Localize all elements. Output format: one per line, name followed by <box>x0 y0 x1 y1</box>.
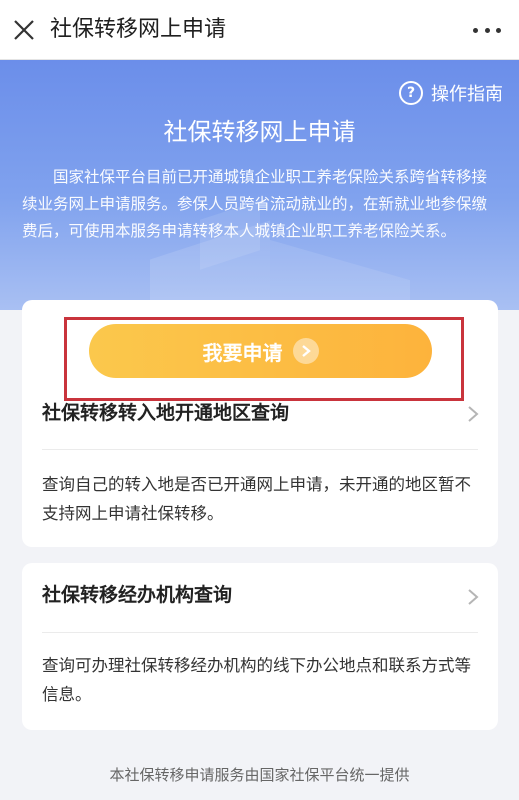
chevron-right-icon[interactable] <box>466 404 480 424</box>
apply-button[interactable]: 我要申请 <box>89 324 432 378</box>
question-circle-icon: ? <box>399 81 423 105</box>
chevron-right-circle-icon <box>292 338 319 364</box>
more-dot <box>473 27 478 33</box>
footer-note: 本社保转移申请服务由国家社保平台统一提供 <box>109 766 410 784</box>
service-card-apply: 我要申请 社保转移转入地开通地区查询 查询自己的转入地是否已开通网上申请，未开通… <box>22 300 498 547</box>
divider <box>42 449 478 450</box>
guide-link[interactable]: ? 操作指南 <box>399 80 503 106</box>
top-bar: 社保转移网上申请 <box>0 0 519 60</box>
more-dot <box>496 27 501 33</box>
apply-button-label: 我要申请 <box>202 340 283 365</box>
region-query-title[interactable]: 社保转移转入地开通地区查询 <box>42 399 289 427</box>
more-dot <box>484 27 490 33</box>
hero-banner: ? 操作指南 社保转移网上申请 国家社保平台目前已开通城镇企业职工养老保险关系跨… <box>0 60 519 310</box>
hero-description: 国家社保平台目前已开通城镇企业职工养老保险关系跨省转移接续业务网上申请服务。参保… <box>22 168 488 240</box>
agency-query-title[interactable]: 社保转移经办机构查询 <box>42 581 232 609</box>
agency-query-description: 查询可办理社保转移经办机构的线下办公地点和联系方式等信息。 <box>42 656 471 704</box>
chevron-right-icon[interactable] <box>466 587 480 607</box>
page-title: 社保转移网上申请 <box>50 17 227 42</box>
close-icon[interactable] <box>10 16 38 44</box>
hero-title: 社保转移网上申请 <box>163 118 356 146</box>
more-icon[interactable] <box>473 22 501 38</box>
service-card-agency: 社保转移经办机构查询 查询可办理社保转移经办机构的线下办公地点和联系方式等信息。 <box>22 563 498 730</box>
divider <box>42 632 478 633</box>
guide-label: 操作指南 <box>431 84 503 105</box>
region-query-description: 查询自己的转入地是否已开通网上申请，未开通的地区暂不支持网上申请社保转移。 <box>42 475 471 523</box>
